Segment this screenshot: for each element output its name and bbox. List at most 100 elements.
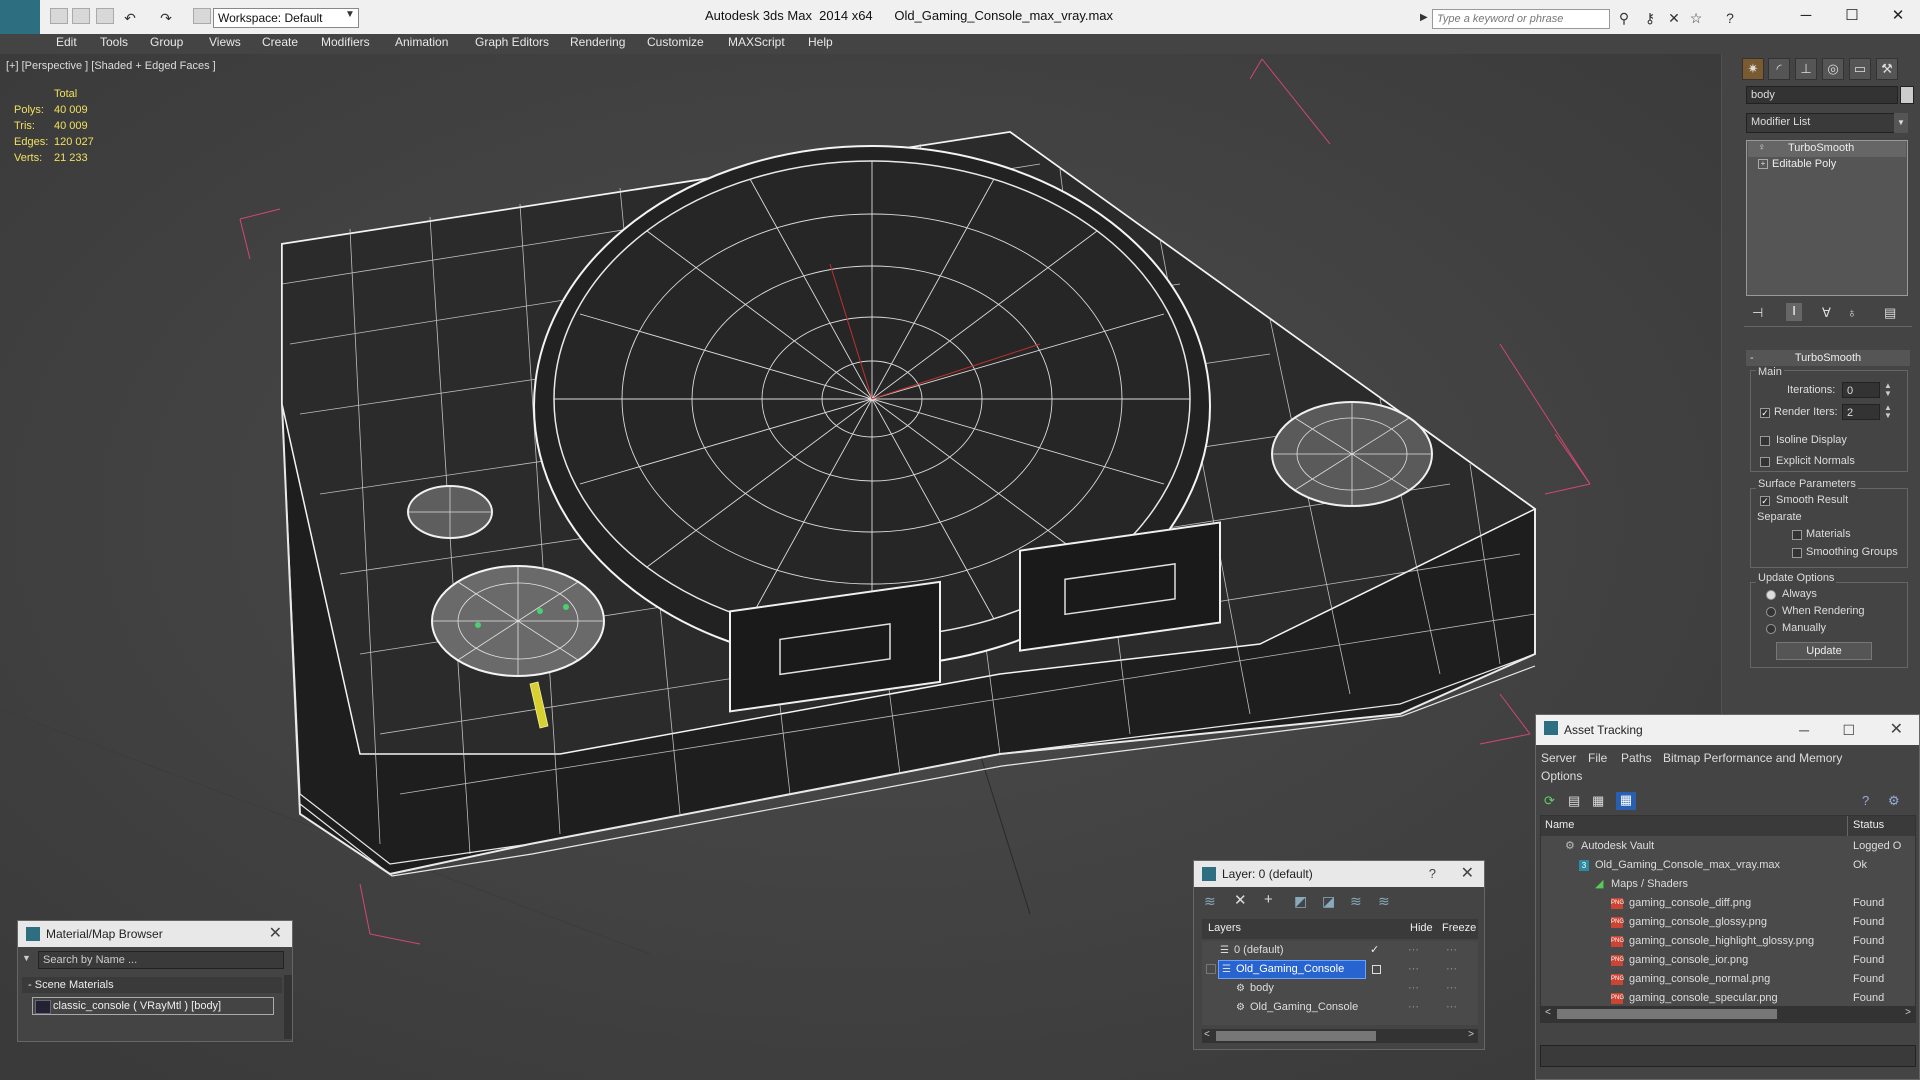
material-list-item[interactable]: classic_console ( VRayMtl ) [body] <box>32 997 274 1015</box>
redo-icon[interactable]: ↷ <box>158 10 174 26</box>
menu-tools[interactable]: Tools <box>100 35 128 49</box>
smoothing-groups-checkbox[interactable] <box>1792 548 1802 558</box>
refresh-icon[interactable]: ⟳ <box>1544 793 1555 809</box>
create-layer-icon[interactable]: ≋ <box>1204 893 1216 910</box>
asset-row[interactable]: PNG gaming_console_ior.png Found <box>1541 951 1915 970</box>
freeze-all-layers-icon[interactable]: ≋ <box>1378 893 1390 910</box>
new-file-icon[interactable] <box>50 8 68 24</box>
update-when-rendering-radio[interactable] <box>1766 607 1776 617</box>
project-folder-icon[interactable] <box>193 8 211 24</box>
object-name-field[interactable]: body <box>1746 86 1898 104</box>
close-icon[interactable]: ✕ <box>269 921 282 947</box>
help-icon[interactable]: ? <box>1862 793 1869 808</box>
close-icon[interactable]: ✕ <box>1461 861 1474 887</box>
lightbulb-icon[interactable]: ♀ <box>1758 142 1766 153</box>
hide-column-header[interactable]: Hide <box>1410 922 1433 934</box>
configure-modifier-sets-icon[interactable]: ▤ <box>1884 305 1896 321</box>
expand-plus-icon[interactable]: + <box>1758 159 1768 169</box>
status-column-header[interactable]: Status <box>1853 819 1884 831</box>
asset-row[interactable]: PNG gaming_console_highlight_glossy.png … <box>1541 932 1915 951</box>
rollout-header-turbosmooth[interactable]: TurboSmooth <box>1746 350 1910 366</box>
menu-views[interactable]: Views <box>209 35 241 49</box>
delete-layer-icon[interactable]: ✕ <box>1234 891 1247 909</box>
help-icon[interactable]: ? <box>1722 10 1738 26</box>
horizontal-scrollbar[interactable]: < > <box>1541 1006 1915 1022</box>
add-to-layer-icon[interactable]: + <box>1264 891 1273 908</box>
list-view-icon[interactable]: ▤ <box>1568 793 1580 809</box>
freeze-toggle[interactable]: ⋯ <box>1446 979 1457 998</box>
make-unique-icon[interactable]: ∀ <box>1822 305 1831 321</box>
table-view-icon[interactable]: ▦ <box>1616 792 1636 810</box>
iterations-spinner-icon[interactable]: ▲ ▼ <box>1884 382 1892 398</box>
hide-toggle[interactable]: ⋯ <box>1408 979 1419 998</box>
workspace-dropdown[interactable]: Workspace: Default <box>213 8 359 28</box>
app-logo-icon[interactable] <box>0 0 40 34</box>
viewport-label[interactable]: [+] [Perspective ] [Shaded + Edged Faces… <box>6 60 216 72</box>
show-end-result-icon[interactable]: I <box>1786 303 1802 321</box>
render-iters-spinner-icon[interactable]: ▲ ▼ <box>1884 404 1892 420</box>
favorites-star-icon[interactable]: ☆ <box>1688 10 1704 26</box>
scrollbar-thumb[interactable] <box>1557 1009 1777 1019</box>
update-manually-radio[interactable] <box>1766 624 1776 634</box>
modifier-stack-item-editable-poly[interactable]: + Editable Poly <box>1748 157 1906 173</box>
scroll-right-icon[interactable]: > <box>1468 1029 1474 1040</box>
menu-customize[interactable]: Customize <box>647 35 704 49</box>
modifier-list-arrow-icon[interactable]: ▼ <box>1894 113 1908 133</box>
modifier-list-dropdown[interactable]: Modifier List <box>1746 113 1908 133</box>
minimize-icon[interactable]: ─ <box>1799 715 1809 745</box>
hide-toggle[interactable]: ⋯ <box>1408 941 1419 960</box>
utilities-tab-icon[interactable]: ⚒ <box>1876 58 1898 80</box>
asset-row[interactable]: ⚙ Autodesk Vault Logged O <box>1541 837 1915 856</box>
minimize-button[interactable]: ─ <box>1786 6 1826 26</box>
binoculars-icon[interactable]: ⚲ <box>1616 10 1632 26</box>
display-tab-icon[interactable]: ▭ <box>1849 58 1871 80</box>
layer-window-titlebar[interactable]: Layer: 0 (default) ? ✕ <box>1194 861 1484 887</box>
menu-group[interactable]: Group <box>150 35 183 49</box>
layer-object-row[interactable]: ⚙ body ⋯ ⋯ <box>1202 979 1478 998</box>
workspace-dropdown-arrow-icon[interactable]: ▼ <box>345 9 359 27</box>
menu-file[interactable]: File <box>1588 751 1607 765</box>
search-by-name-input[interactable]: Search by Name ... <box>38 951 284 969</box>
hide-all-layers-icon[interactable]: ≋ <box>1350 893 1362 910</box>
asset-row[interactable]: PNG gaming_console_normal.png Found <box>1541 970 1915 989</box>
object-color-swatch[interactable] <box>1900 86 1914 104</box>
scroll-left-icon[interactable]: < <box>1545 1007 1551 1018</box>
menu-edit[interactable]: Edit <box>56 35 77 49</box>
subscription-icon[interactable]: ⚷ <box>1642 10 1658 26</box>
close-icon[interactable]: ✕ <box>1890 715 1903 745</box>
maximize-button[interactable]: ☐ <box>1832 6 1872 26</box>
name-column-header[interactable]: Name <box>1545 819 1574 831</box>
settings-icon[interactable]: ⚙ <box>1888 793 1900 809</box>
remove-modifier-icon[interactable]: ♁ <box>1847 305 1857 320</box>
collapse-minus-icon[interactable]: - <box>1750 352 1754 364</box>
set-current-layer-icon[interactable] <box>1372 965 1381 974</box>
menu-bitmap-performance[interactable]: Bitmap Performance and Memory <box>1663 751 1842 765</box>
scrollbar-thumb[interactable] <box>1216 1031 1376 1041</box>
freeze-toggle[interactable]: ⋯ <box>1446 960 1457 979</box>
layer-object-row[interactable]: ⚙ Old_Gaming_Console ⋯ ⋯ <box>1202 998 1478 1017</box>
asset-row[interactable]: 3 Old_Gaming_Console_max_vray.max Ok <box>1541 856 1915 875</box>
motion-tab-icon[interactable]: ◎ <box>1822 58 1844 80</box>
menu-create[interactable]: Create <box>262 35 298 49</box>
modify-tab-icon[interactable]: ◜ <box>1768 58 1790 80</box>
close-button[interactable]: ✕ <box>1878 6 1918 26</box>
current-layer-checkmark-icon[interactable]: ✓ <box>1370 941 1379 960</box>
menu-rendering[interactable]: Rendering <box>570 35 625 49</box>
expand-toggle-icon[interactable] <box>1206 964 1216 974</box>
communication-icon[interactable]: ✕ <box>1666 10 1682 26</box>
asset-tracking-titlebar[interactable]: Asset Tracking ─ ☐ ✕ <box>1536 715 1919 745</box>
help-icon[interactable]: ? <box>1429 861 1436 887</box>
smooth-result-checkbox[interactable]: ✓ <box>1760 496 1770 506</box>
scrollbar[interactable] <box>284 975 292 1039</box>
asset-row[interactable]: ◢ Maps / Shaders <box>1541 875 1915 894</box>
render-iters-checkbox[interactable]: ✓ <box>1760 408 1770 418</box>
menu-graph-editors[interactable]: Graph Editors <box>475 35 549 49</box>
modifier-stack-item-turbosmooth[interactable]: ♀ TurboSmooth <box>1748 141 1906 157</box>
menu-options[interactable]: Options <box>1541 769 1582 783</box>
scroll-left-icon[interactable]: < <box>1204 1029 1210 1040</box>
asset-row[interactable]: PNG gaming_console_glossy.png Found <box>1541 913 1915 932</box>
menu-animation[interactable]: Animation <box>395 35 448 49</box>
create-tab-icon[interactable]: ✷ <box>1742 58 1764 80</box>
scroll-right-icon[interactable]: > <box>1905 1007 1911 1018</box>
infocenter-toggle-icon[interactable]: ▶ <box>1420 12 1428 23</box>
